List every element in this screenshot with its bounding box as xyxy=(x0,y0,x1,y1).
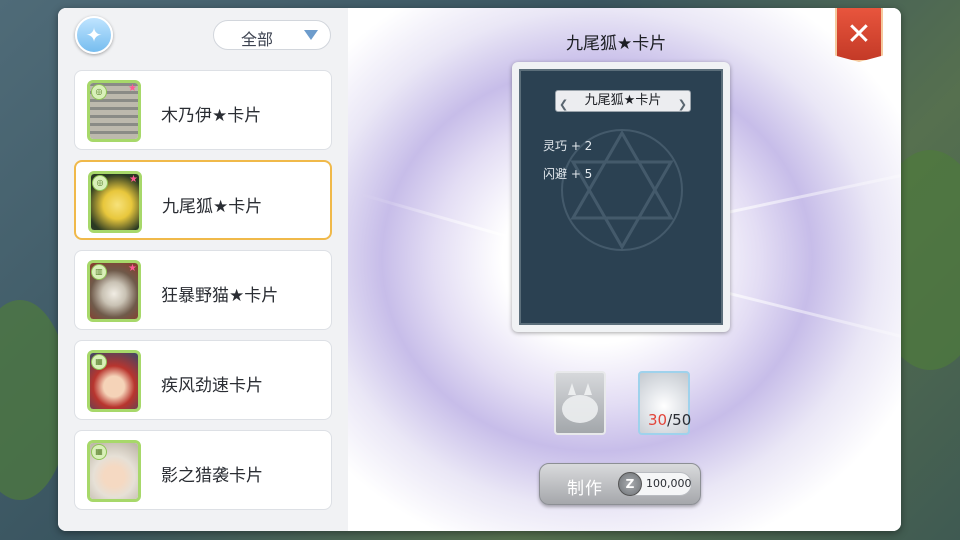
craft-label: 制作 xyxy=(567,479,603,499)
close-icon: ✕ xyxy=(846,16,872,52)
star-icon: ★ xyxy=(129,174,138,185)
card-item-shadow-hunt[interactable]: ▦ 影之猎袭卡片 xyxy=(74,430,332,510)
card-name: 狂暴野猫★卡片 xyxy=(161,286,279,306)
material-have: 30 xyxy=(648,411,668,429)
material-need: 50 xyxy=(672,411,692,429)
flourish-right-icon: ❯ xyxy=(677,98,687,111)
zeny-coin-icon: Z xyxy=(618,472,642,496)
card-type-icon: ◎ xyxy=(91,84,107,100)
card-crafting-panel: ✦ 全部 ◎ ★ 木乃伊★卡片 ◎ ★ 九尾狐★卡片 ▥ ★ 狂暴野猫★卡片 ▦… xyxy=(58,8,901,531)
star-icon: ★ xyxy=(128,263,137,274)
card-type-icon: ▦ xyxy=(91,444,107,460)
material-slot-beast[interactable] xyxy=(554,371,606,435)
card-name: 影之猎袭卡片 xyxy=(161,466,263,486)
filter-dropdown[interactable]: 全部 xyxy=(213,20,331,50)
magic-wand-icon: ✦ xyxy=(85,23,103,47)
card-thumbnail: ◎ ★ xyxy=(87,80,141,142)
card-preview-face: ❮ 九尾狐★卡片 ❯ 灵巧 + 2 闪避 + 5 xyxy=(519,69,723,325)
cost-value: 100,000 xyxy=(646,477,692,490)
card-preview: ❮ 九尾狐★卡片 ❯ 灵巧 + 2 闪避 + 5 xyxy=(512,62,730,332)
card-thumbnail: ▥ ★ xyxy=(87,260,141,322)
window-title: 九尾狐★卡片 xyxy=(566,34,667,54)
card-item-mummy[interactable]: ◎ ★ 木乃伊★卡片 xyxy=(74,70,332,150)
card-item-wild-cat[interactable]: ▥ ★ 狂暴野猫★卡片 xyxy=(74,250,332,330)
craft-cost: Z 100,000 xyxy=(618,472,692,496)
dropdown-arrow-icon xyxy=(304,30,318,40)
flourish-left-icon: ❮ xyxy=(559,98,569,111)
card-item-nine-tail-fox[interactable]: ◎ ★ 九尾狐★卡片 xyxy=(74,160,332,240)
craft-button[interactable]: 制作 Z 100,000 xyxy=(539,463,701,505)
close-button[interactable]: ✕ xyxy=(835,8,883,62)
card-thumbnail: ◎ ★ xyxy=(88,171,142,233)
card-type-icon: ◎ xyxy=(92,175,108,191)
stat-dex: 灵巧 + 2 xyxy=(543,139,593,153)
card-item-gale-speed[interactable]: ▦ 疾风劲速卡片 xyxy=(74,340,332,420)
card-name: 疾风劲速卡片 xyxy=(161,376,263,396)
wolf-icon xyxy=(562,383,598,423)
material-count: 30/50 xyxy=(648,411,691,429)
card-name: 木乃伊★卡片 xyxy=(161,106,262,126)
card-title: 九尾狐★卡片 xyxy=(584,93,662,108)
card-list: ◎ ★ 木乃伊★卡片 ◎ ★ 九尾狐★卡片 ▥ ★ 狂暴野猫★卡片 ▦ 疾风劲速… xyxy=(74,70,332,520)
card-thumbnail: ▦ xyxy=(87,440,141,502)
stat-flee: 闪避 + 5 xyxy=(543,167,593,181)
card-name: 九尾狐★卡片 xyxy=(162,197,263,217)
card-type-icon: ▦ xyxy=(91,354,107,370)
magic-wand-button[interactable]: ✦ xyxy=(75,16,113,54)
material-slot-orb[interactable]: 30/50 xyxy=(638,371,691,435)
card-title-banner: ❮ 九尾狐★卡片 ❯ xyxy=(555,90,691,112)
card-list-column: ✦ 全部 ◎ ★ 木乃伊★卡片 ◎ ★ 九尾狐★卡片 ▥ ★ 狂暴野猫★卡片 ▦… xyxy=(58,8,348,531)
filter-label: 全部 xyxy=(241,30,274,49)
card-thumbnail: ▦ xyxy=(87,350,141,412)
card-type-icon: ▥ xyxy=(91,264,107,280)
star-icon: ★ xyxy=(128,83,137,94)
